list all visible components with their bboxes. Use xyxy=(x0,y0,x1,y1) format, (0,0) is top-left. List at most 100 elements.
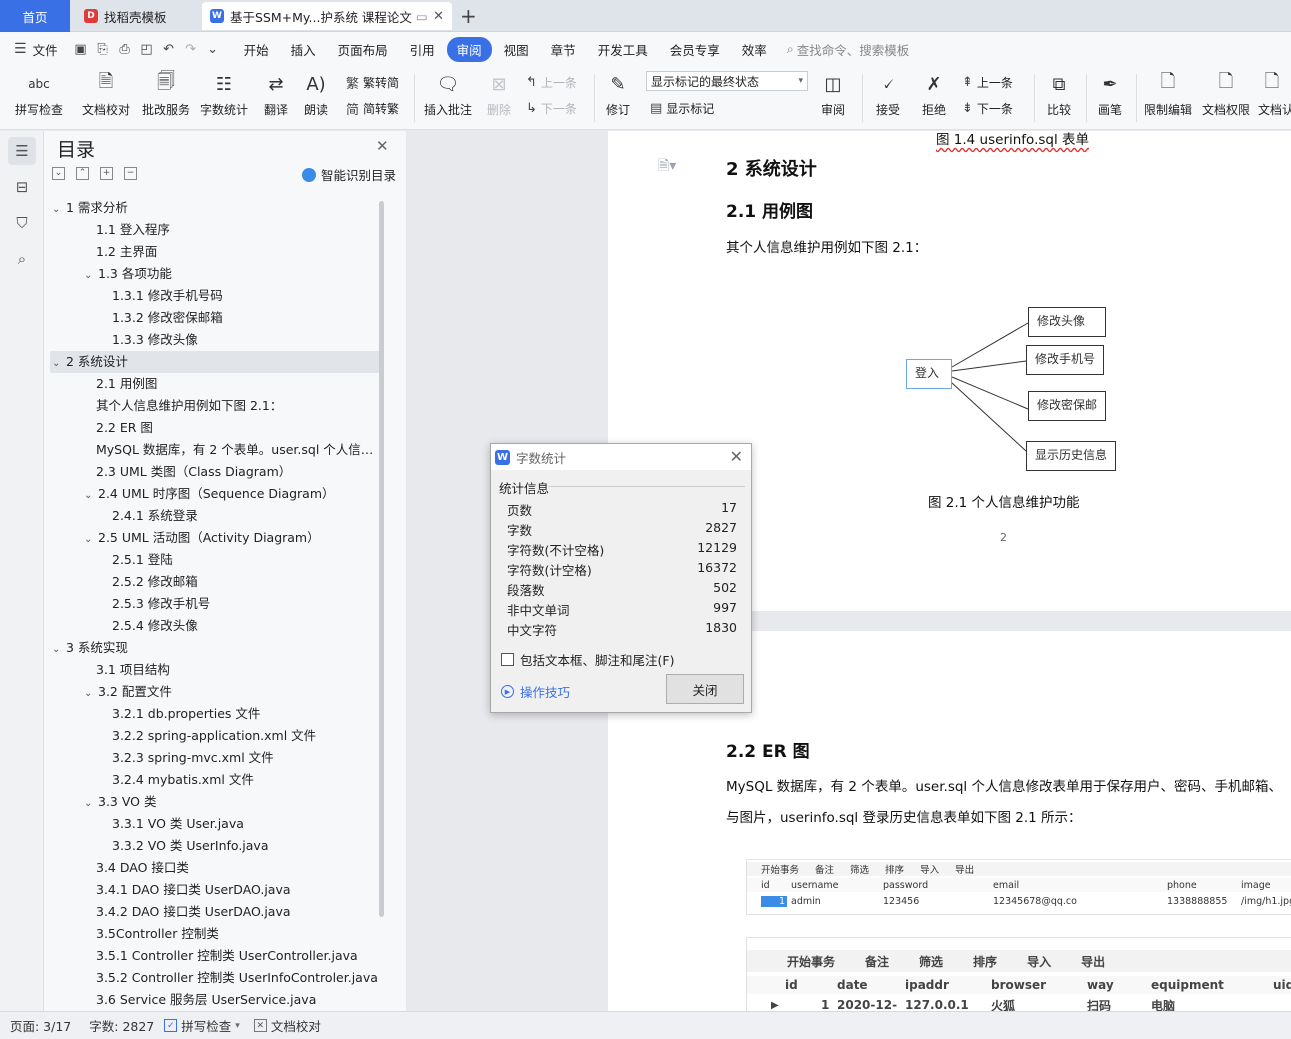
toc-item[interactable]: 3.2.3 spring-mvc.xml 文件 xyxy=(50,747,380,769)
spell-check-toggle[interactable]: ✓ 拼写检查 ▾ xyxy=(164,1016,240,1035)
search-icon[interactable]: ⌕ xyxy=(8,245,36,273)
translate-button[interactable]: ⇄ 翻译 xyxy=(256,70,296,126)
toc-item[interactable]: 2.5.3 修改手机号 xyxy=(50,593,380,615)
new-tab-button[interactable]: + xyxy=(460,4,477,28)
toc-item[interactable]: 3.4.1 DAO 接口类 UserDAO.java xyxy=(50,879,380,901)
review-pane-button[interactable]: ◫ 审阅 xyxy=(814,70,852,126)
smart-toc-button[interactable]: 智能识别目录 xyxy=(302,165,396,184)
outline-icon[interactable]: ⊟ xyxy=(8,173,36,201)
toc-item[interactable]: 3.5Controller 控制类 xyxy=(50,923,380,945)
tab-document[interactable]: W 基于SSM+My...护系统 课程论文 ▭ ✕ xyxy=(202,2,452,30)
word-count-indicator[interactable]: 字数: 2827 xyxy=(89,1016,154,1035)
include-textbox-checkbox[interactable]: 包括文本框、脚注和尾注(F) xyxy=(501,650,674,669)
prev-change-button[interactable]: ⇞ 上一条 xyxy=(962,72,1013,92)
toc-item[interactable]: 2.3 UML 类图（Class Diagram） xyxy=(50,461,380,483)
toc-item[interactable]: 1.3.1 修改手机号码 xyxy=(50,285,380,307)
toc-panel-icon[interactable]: ☰ xyxy=(8,137,36,165)
chevron-down-icon[interactable]: ⌄ xyxy=(84,529,98,549)
toc-item[interactable]: 3.6 Service 服务层 UserService.java xyxy=(50,989,380,1009)
menu-view[interactable]: 视图 xyxy=(494,37,539,62)
command-search[interactable]: ⌕ 查找命令、搜索模板 xyxy=(787,40,910,59)
toc-item[interactable]: 1.2 主界面 xyxy=(50,241,380,263)
toc-item[interactable]: 3.2.1 db.properties 文件 xyxy=(50,703,380,725)
toc-item[interactable]: 3.3.1 VO 类 User.java xyxy=(50,813,380,835)
page-indicator[interactable]: 页面: 3/17 xyxy=(10,1016,71,1035)
chevron-down-icon[interactable]: ⌄ xyxy=(84,793,98,813)
compare-button[interactable]: ⧉ 比较 xyxy=(1040,70,1078,126)
spell-check-button[interactable]: abc 拼写检查 xyxy=(10,70,68,126)
close-tab-icon[interactable]: ✕ xyxy=(433,9,444,24)
word-count-button[interactable]: ☷ 字数统计 xyxy=(198,70,250,126)
chevron-down-icon[interactable]: ⌄ xyxy=(52,199,66,219)
menu-review[interactable]: 审阅 xyxy=(446,36,492,62)
menu-member[interactable]: 会员专享 xyxy=(660,37,730,62)
tab-home[interactable]: 首页 xyxy=(0,0,70,32)
remove-heading-icon[interactable]: − xyxy=(124,167,137,180)
collapse-all-icon[interactable]: ⌃ xyxy=(76,167,89,180)
add-heading-icon[interactable]: + xyxy=(100,167,113,180)
reject-button[interactable]: ✗ 拒绝 xyxy=(914,70,954,126)
toc-item[interactable]: MySQL 数据库，有 2 个表单。user.sql 个人信息 ... xyxy=(50,439,380,461)
menu-insert[interactable]: 插入 xyxy=(281,37,326,62)
menu-efficiency[interactable]: 效率 xyxy=(732,37,777,62)
insert-comment-button[interactable]: 🗨 插入批注 xyxy=(420,70,476,126)
menu-reference[interactable]: 引用 xyxy=(400,37,445,62)
next-comment-button[interactable]: ↳ 下一条 xyxy=(526,98,577,118)
toc-item[interactable]: 3.5.1 Controller 控制类 UserController.java xyxy=(50,945,380,967)
menu-developer[interactable]: 开发工具 xyxy=(588,37,658,62)
toc-item[interactable]: 3.4 DAO 接口类 xyxy=(50,857,380,879)
expand-all-icon[interactable]: ⌄ xyxy=(52,167,65,180)
tips-link[interactable]: ▶ 操作技巧 xyxy=(501,682,570,701)
screen-icon[interactable]: ▭ xyxy=(416,9,428,24)
toc-item[interactable]: 3.5.2 Controller 控制类 UserInfoControler.j… xyxy=(50,967,380,989)
menu-file[interactable]: 文件 xyxy=(27,37,68,62)
toc-item[interactable]: 2.1 用例图 xyxy=(50,373,380,395)
toc-item[interactable]: ⌄ 2.5 UML 活动图（Activity Diagram） xyxy=(50,527,380,549)
read-aloud-button[interactable]: A) 朗读 xyxy=(300,70,332,126)
redo-icon[interactable]: ↷ xyxy=(180,38,202,60)
toc-item[interactable]: ⌄ 2 系统设计 xyxy=(50,351,380,373)
next-change-button[interactable]: ⇟ 下一条 xyxy=(962,98,1013,118)
toc-item[interactable]: ⌄ 2.4 UML 时序图（Sequence Diagram） xyxy=(50,483,380,505)
preview-icon[interactable]: ◰ xyxy=(136,38,158,60)
toc-item[interactable]: 3.4.2 DAO 接口类 UserDAO.java xyxy=(50,901,380,923)
close-icon[interactable]: ✕ xyxy=(376,137,389,155)
prev-comment-button[interactable]: ↰ 上一条 xyxy=(526,72,577,92)
toc-item[interactable]: 2.5.2 修改邮箱 xyxy=(50,571,380,593)
toc-item[interactable]: ⌄ 3 系统实现 xyxy=(50,637,380,659)
toc-item[interactable]: ⌄ 1.3 各项功能 xyxy=(50,263,380,285)
menu-chapter[interactable]: 章节 xyxy=(541,37,586,62)
toc-item[interactable]: 2.5.4 修改头像 xyxy=(50,615,380,637)
undo-icon[interactable]: ↶ xyxy=(158,38,180,60)
menu-layout[interactable]: 页面布局 xyxy=(328,37,398,62)
toc-item[interactable]: ⌄ 1 需求分析 xyxy=(50,197,380,219)
export-icon[interactable]: ⎘ xyxy=(92,38,114,60)
toc-item[interactable]: 3.2.2 spring-application.xml 文件 xyxy=(50,725,380,747)
pen-button[interactable]: ✒ 画笔 xyxy=(1092,70,1128,126)
hamburger-icon[interactable]: ☰ xyxy=(14,41,27,57)
accept-button[interactable]: 🗸 接受 xyxy=(868,70,908,126)
toc-item[interactable]: 3.3.2 VO 类 UserInfo.java xyxy=(50,835,380,857)
doc-rights-button[interactable]: 🗋 文档权限 xyxy=(1200,70,1252,126)
more-dropdown-icon[interactable]: ⌄ xyxy=(202,38,224,60)
toc-item[interactable]: 2.5.1 登陆 xyxy=(50,549,380,571)
chevron-down-icon[interactable]: ⌄ xyxy=(52,639,66,659)
toc-item[interactable]: 3.1 项目结构 xyxy=(50,659,380,681)
batch-service-button[interactable]: 🗐 批改服务 xyxy=(138,70,194,126)
toc-item[interactable]: 2.4.1 系统登录 xyxy=(50,505,380,527)
show-markup-button[interactable]: ▤ 显示标记 xyxy=(650,98,714,118)
trad-to-simp-button[interactable]: 繁繁转简 xyxy=(346,72,399,92)
paragraph-menu-icon[interactable]: 🗎▾ xyxy=(658,155,676,179)
toc-scrollbar[interactable] xyxy=(379,201,384,917)
doc-proof-button[interactable]: 🗎 文档校对 xyxy=(78,70,134,126)
tab-template[interactable]: D 找稻壳模板 xyxy=(76,2,198,30)
doc-certify-button[interactable]: 🗋 文档认 xyxy=(1258,70,1291,126)
dialog-titlebar[interactable]: W 字数统计 ✕ xyxy=(491,444,751,470)
delete-comment-button[interactable]: ⊠ 删除 xyxy=(480,70,518,126)
chevron-down-icon[interactable]: ⌄ xyxy=(84,265,98,285)
toc-item[interactable]: 3.2.4 mybatis.xml 文件 xyxy=(50,769,380,791)
toc-item[interactable]: 1.1 登入程序 xyxy=(50,219,380,241)
print-icon[interactable]: ⎙ xyxy=(114,38,136,60)
markup-state-select[interactable]: 显示标记的最终状态 ▾ xyxy=(646,71,808,91)
toc-item[interactable]: 1.3.3 修改头像 xyxy=(50,329,380,351)
